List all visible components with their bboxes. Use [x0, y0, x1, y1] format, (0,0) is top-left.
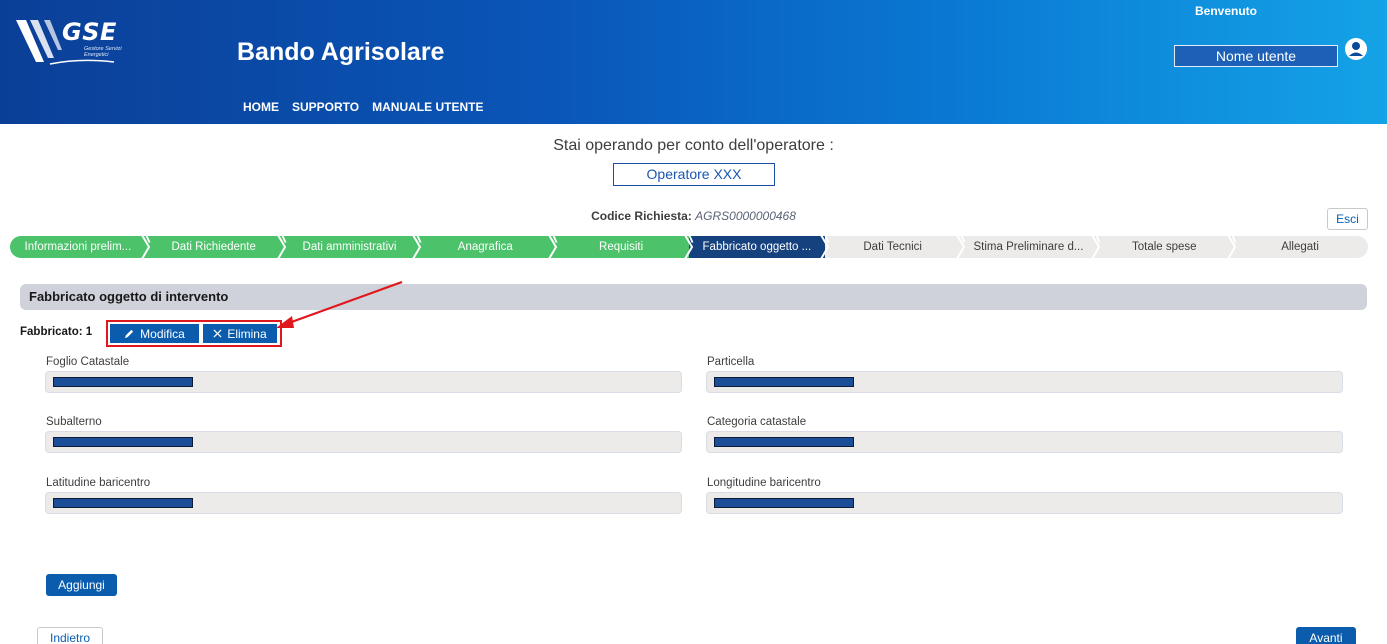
latitudine-field[interactable] [45, 492, 682, 514]
redaction-block [53, 498, 193, 508]
section-header: Fabbricato oggetto di intervento [20, 284, 1367, 310]
foglio-catastale-label: Foglio Catastale [46, 356, 130, 368]
subalterno-field[interactable] [45, 431, 682, 453]
path-separator-icon [548, 236, 558, 258]
path-step-6[interactable]: Fabbricato oggetto ... [688, 236, 825, 258]
latitudine-label: Latitudine baricentro [46, 477, 151, 489]
path-step-5[interactable]: Requisiti [553, 236, 689, 258]
nav-supporto[interactable]: SUPPORTO [292, 100, 359, 114]
path-step-label: Requisiti [599, 241, 644, 253]
path-separator-icon [956, 236, 965, 258]
path-step-label: Dati amministrativi [302, 241, 397, 253]
user-avatar-icon[interactable] [1345, 38, 1367, 60]
path-step-8[interactable]: Stima Preliminare d... [960, 236, 1097, 258]
path-step-10[interactable]: Allegati [1232, 236, 1368, 258]
operator-label: Stai operando per conto dell'operatore : [553, 137, 834, 154]
path-step-3[interactable]: Dati amministrativi [281, 236, 418, 258]
longitudine-label: Longitudine baricentro [707, 477, 821, 489]
main-nav: HOME SUPPORTO MANUALE UTENTE [243, 100, 483, 114]
longitudine-field[interactable] [706, 492, 1343, 514]
delete-button-label: Elimina [227, 326, 267, 341]
path-separator-icon [412, 236, 422, 258]
next-button[interactable]: Avanti [1296, 627, 1356, 644]
fabbricato-label: Fabbricato: 1 [20, 326, 93, 338]
request-code-value: AGRS0000000468 [695, 209, 796, 223]
subalterno-label: Subalterno [46, 416, 102, 428]
nav-home[interactable]: HOME [243, 100, 279, 114]
path-step-label: Anagrafica [457, 241, 513, 253]
categoria-catastale-field[interactable] [706, 431, 1343, 453]
progress-path: Informazioni prelim... Dati Richiedente Da… [10, 236, 1368, 258]
path-step-4[interactable]: Anagrafica [417, 236, 554, 258]
nav-manuale-utente[interactable]: MANUALE UTENTE [372, 100, 483, 114]
path-step-9[interactable]: Totale spese [1096, 236, 1233, 258]
app-header: GSE Gestore Servizi Energetici Bando Agr… [0, 0, 1387, 124]
modify-button-label: Modifica [140, 326, 185, 341]
add-button[interactable]: Aggiungi [46, 574, 117, 596]
redaction-block [714, 377, 854, 387]
particella-label: Particella [707, 356, 755, 368]
logo-text: GSE [62, 18, 117, 46]
path-step-label: Informazioni prelim... [24, 241, 132, 253]
path-step-label: Totale spese [1131, 241, 1197, 253]
redaction-block [714, 437, 854, 447]
path-step-7[interactable]: Dati Tecnici [824, 236, 961, 258]
request-code-label: Codice Richiesta: [591, 209, 692, 223]
path-separator-icon [277, 236, 286, 258]
modify-button[interactable]: Modifica [110, 324, 199, 343]
section-title: Fabbricato oggetto di intervento [29, 289, 229, 304]
exit-button[interactable]: Esci [1327, 208, 1368, 230]
path-step-label: Fabbricato oggetto ... [702, 241, 812, 253]
welcome-text: Benvenuto [1195, 4, 1258, 18]
annotation-arrow-icon [276, 280, 403, 328]
path-separator-icon [1227, 236, 1237, 258]
close-icon [213, 329, 222, 338]
particella-field[interactable] [706, 371, 1343, 393]
path-step-label: Dati Richiedente [171, 241, 256, 253]
path-step-label: Dati Tecnici [863, 241, 922, 253]
path-separator-icon [684, 236, 694, 258]
foglio-catastale-field[interactable] [45, 371, 682, 393]
path-separator-icon [820, 236, 829, 258]
pencil-icon [125, 329, 134, 339]
path-step-1[interactable]: Informazioni prelim... [10, 236, 146, 258]
redaction-block [714, 498, 854, 508]
path-step-label: Allegati [1281, 241, 1319, 253]
operator-name: Operatore XXX [613, 163, 775, 186]
categoria-catastale-label: Categoria catastale [707, 416, 807, 428]
delete-button[interactable]: Elimina [203, 324, 277, 343]
path-step-label: Stima Preliminare d... [973, 241, 1084, 253]
path-separator-icon [141, 236, 150, 258]
redaction-block [53, 377, 193, 387]
app-title: Bando Agrisolare [237, 38, 445, 66]
back-button[interactable]: Indietro [37, 627, 103, 644]
path-step-2[interactable]: Dati Richiedente [145, 236, 282, 258]
logo-subtitle: Gestore Servizi Energetici [84, 46, 122, 58]
request-code: Codice Richiesta: AGRS0000000468 [0, 209, 1387, 223]
row-action-group: Modifica Elimina [106, 320, 282, 347]
user-name[interactable]: Nome utente [1174, 45, 1338, 67]
redaction-block [53, 437, 193, 447]
path-separator-icon [1091, 236, 1101, 258]
